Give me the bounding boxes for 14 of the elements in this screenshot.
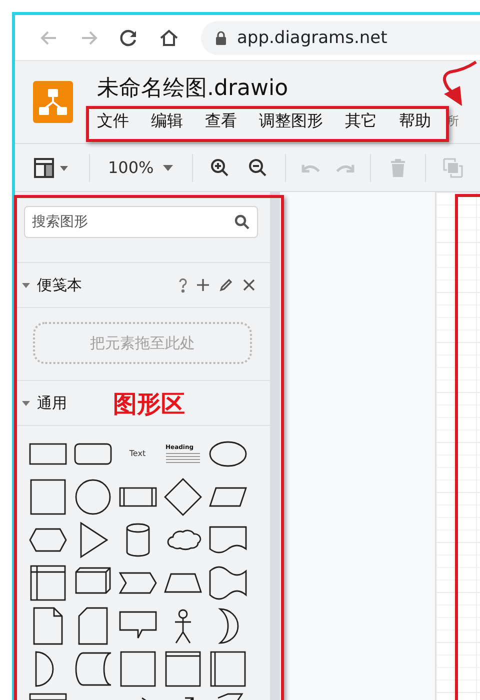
search-field[interactable]: 搜索图形 — [24, 206, 258, 238]
menu-item[interactable]: 其它 — [345, 110, 377, 132]
menu-item[interactable]: 文件 — [97, 110, 129, 132]
menu-item[interactable]: 编辑 — [151, 110, 183, 132]
section-header[interactable]: 通用 — [15, 381, 71, 425]
document-title[interactable]: 未命名绘图.drawio — [97, 72, 459, 102]
zoom-dropdown[interactable]: 100% — [98, 152, 184, 184]
menu-item[interactable]: 查看 — [205, 110, 237, 132]
menu-item[interactable]: 帮助 — [399, 110, 431, 132]
scratchpad-header[interactable]: 便笺本 — [15, 263, 86, 307]
annotation-label: 图形区 — [113, 389, 185, 420]
text-shape[interactable]: Text — [129, 449, 146, 458]
menu-item[interactable]: 调整图形 — [259, 110, 323, 132]
address-bar[interactable]: app.diagrams.net — [201, 20, 480, 54]
